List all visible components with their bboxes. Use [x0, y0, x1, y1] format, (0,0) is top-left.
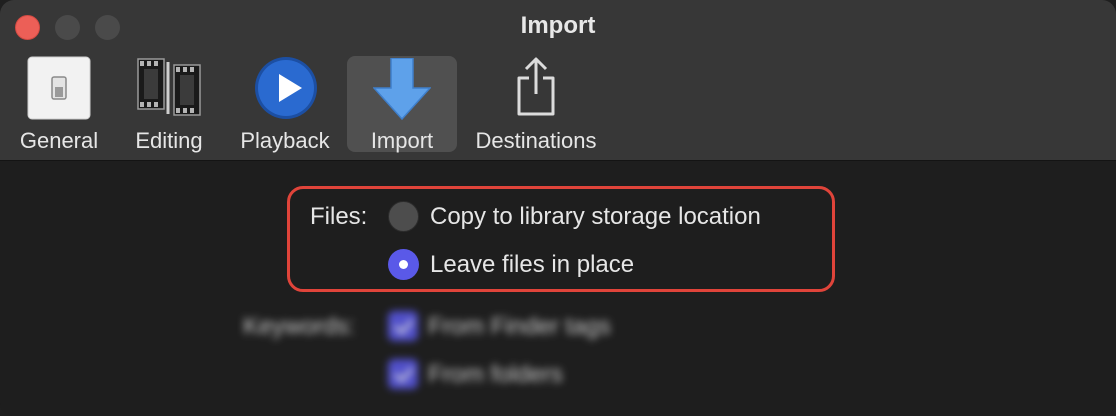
- preferences-window: Import General Editing Playback Import D…: [0, 0, 1116, 416]
- tab-label: Import: [370, 128, 434, 153]
- from-finder-tags-checkbox[interactable]: [388, 311, 418, 341]
- keywords-label: Keywords:: [243, 313, 356, 340]
- from-finder-tags-label[interactable]: From Finder tags: [428, 313, 611, 341]
- tab-label: Editing: [135, 128, 203, 153]
- toolbar: Import General Editing Playback Import D…: [0, 0, 1116, 161]
- film-strip-icon: [136, 56, 202, 125]
- window-title: Import: [520, 12, 596, 39]
- share-icon: [513, 56, 559, 123]
- from-folders-checkbox[interactable]: [388, 359, 418, 389]
- tab-playback[interactable]: Playback: [230, 56, 340, 153]
- tab-general[interactable]: General: [12, 56, 106, 153]
- from-folders-label[interactable]: From folders: [428, 361, 563, 389]
- light-switch-icon: [27, 56, 91, 125]
- files-highlight-outline: [287, 186, 835, 292]
- tab-editing[interactable]: Editing: [122, 56, 216, 153]
- play-icon: [254, 56, 318, 125]
- tab-label: General: [19, 128, 99, 153]
- tab-label: Destinations: [475, 128, 597, 153]
- tab-label: Playback: [240, 128, 330, 153]
- tab-import[interactable]: Import: [347, 56, 457, 153]
- download-arrow-icon: [372, 57, 432, 125]
- tab-destinations[interactable]: Destinations: [466, 56, 606, 153]
